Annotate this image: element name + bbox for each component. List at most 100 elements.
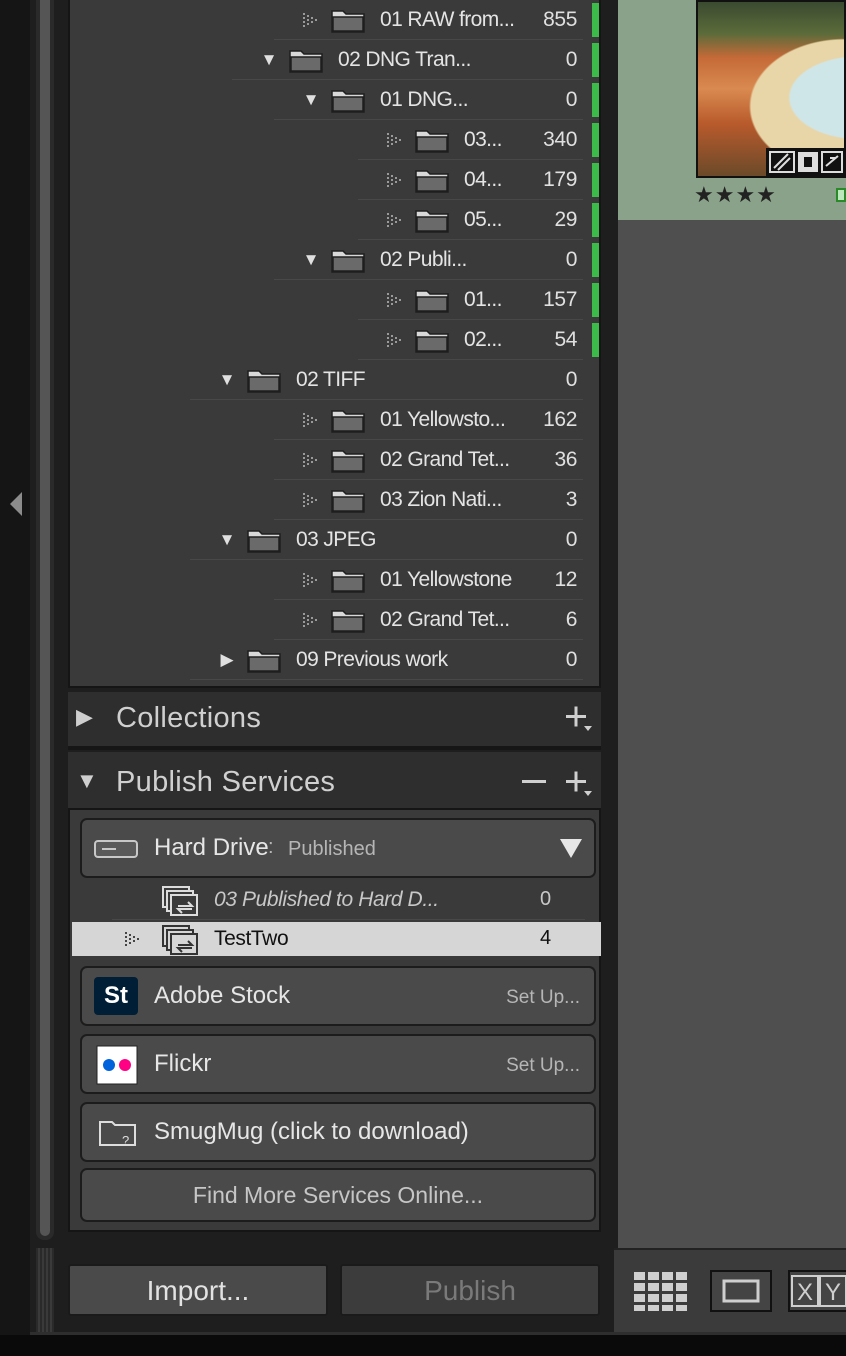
folder-count: 340 — [543, 128, 577, 151]
folder-label: 02 Grand Tet... — [380, 608, 510, 631]
flickr-service[interactable]: Flickr Set Up... — [80, 1034, 596, 1094]
collections-header[interactable]: ▶ Collections — [68, 692, 601, 746]
thumbnail-badges-icon — [766, 148, 846, 176]
folder-count: 0 — [565, 48, 578, 71]
expand-dots-icon[interactable] — [386, 131, 402, 149]
folder-icon — [331, 610, 365, 633]
expand-dots-icon[interactable] — [124, 931, 140, 947]
grid-view-icon[interactable] — [632, 1270, 694, 1312]
import-button[interactable]: Import... — [68, 1264, 328, 1316]
folder-color-label — [592, 203, 599, 237]
collapse-triangle-icon[interactable]: ▼ — [218, 530, 236, 550]
collapse-triangle-icon[interactable]: ▼ — [302, 250, 320, 270]
adobe-stock-service[interactable]: St Adobe Stock Set Up... — [80, 966, 596, 1026]
adobe-stock-setup-link[interactable]: Set Up... — [506, 987, 580, 1009]
chevron-down-icon[interactable] — [558, 836, 584, 860]
collapse-triangle-icon[interactable]: ▼ — [218, 370, 236, 390]
hard-drive-name: Hard Drive — [154, 834, 269, 861]
folder-icon — [415, 330, 449, 353]
folder-row[interactable]: ▼ 02 DNG Tran... 0 — [70, 40, 599, 80]
collections-expand-icon[interactable]: ▶ — [76, 704, 93, 730]
row-separator — [112, 919, 585, 920]
folder-row[interactable]: ▼ 01 DNG... 0 — [70, 80, 599, 120]
left-panel-toggle-icon[interactable] — [6, 490, 26, 518]
folder-color-label — [592, 283, 599, 317]
folder-row[interactable]: 02 Grand Tet... 36 — [70, 440, 599, 480]
folder-row[interactable]: 05... 29 — [70, 200, 599, 240]
hard-drive-service[interactable]: Hard Drive : Published — [80, 818, 596, 878]
expand-dots-icon[interactable] — [386, 291, 402, 309]
folder-label: 03 JPEG — [296, 528, 376, 551]
expand-dots-icon[interactable] — [386, 331, 402, 349]
loupe-view-icon[interactable] — [710, 1270, 772, 1312]
adobe-stock-logo-icon: St — [94, 977, 138, 1015]
expand-dots-icon[interactable] — [302, 451, 318, 469]
folder-label: 02 Grand Tet... — [380, 448, 510, 471]
expand-triangle-icon[interactable]: ▶ — [218, 650, 236, 670]
folder-label: 01... — [464, 288, 502, 311]
collapse-triangle-icon[interactable]: ▼ — [302, 90, 320, 110]
folder-icon — [415, 210, 449, 233]
folder-row[interactable]: ▼ 02 Publi... 0 — [70, 240, 599, 280]
remove-publish-service-icon[interactable] — [520, 769, 550, 799]
folder-icon — [331, 10, 365, 33]
find-more-services-label: Find More Services Online... — [192, 1182, 484, 1208]
folder-label: 02 DNG Tran... — [338, 48, 471, 71]
folder-row[interactable]: ▼ 03 JPEG 0 — [70, 520, 599, 560]
folder-color-label — [592, 3, 599, 37]
add-publish-service-icon[interactable] — [564, 769, 594, 799]
add-collection-icon[interactable] — [564, 704, 594, 734]
folder-icon — [289, 50, 323, 73]
folder-icon — [247, 650, 281, 673]
folder-row[interactable]: 01 Yellowsto... 162 — [70, 400, 599, 440]
hard-drive-icon — [94, 840, 138, 858]
folder-count: 0 — [565, 248, 578, 271]
expand-dots-icon[interactable] — [302, 571, 318, 589]
publish-services-header[interactable]: ▼ Publish Services — [68, 752, 601, 810]
folder-icon — [331, 250, 365, 273]
folder-row[interactable]: 02... 54 — [70, 320, 599, 360]
folder-color-label — [592, 123, 599, 157]
flickr-setup-link[interactable]: Set Up... — [506, 1055, 580, 1077]
folder-row[interactable]: 03 Zion Nati... 3 — [70, 480, 599, 520]
find-more-services-button[interactable]: Find More Services Online... — [80, 1168, 596, 1222]
panel-resize-grip[interactable] — [36, 1248, 54, 1332]
compare-view-icon[interactable]: X Y — [788, 1270, 846, 1312]
folder-icon — [331, 450, 365, 473]
folder-count: 0 — [565, 88, 578, 111]
folder-label: 04... — [464, 168, 502, 191]
folder-row[interactable]: 02 Grand Tet... 6 — [70, 600, 599, 640]
folder-label: 01 Yellowsto... — [380, 408, 506, 431]
folder-color-label — [592, 83, 599, 117]
expand-dots-icon[interactable] — [386, 211, 402, 229]
folder-row[interactable]: 03... 340 — [70, 120, 599, 160]
svg-text:Y: Y — [825, 1279, 841, 1306]
published-collection-row-selected[interactable]: TestTwo 4 — [72, 922, 601, 956]
flickr-name: Flickr — [154, 1050, 212, 1077]
expand-dots-icon[interactable] — [302, 611, 318, 629]
folder-icon — [331, 570, 365, 593]
expand-dots-icon[interactable] — [386, 171, 402, 189]
folder-count: 855 — [543, 8, 577, 31]
scrollbar-thumb[interactable] — [40, 0, 50, 1236]
publish-services-collapse-icon[interactable]: ▼ — [76, 768, 98, 794]
filmstrip-edge — [0, 1335, 846, 1356]
folder-icon — [415, 170, 449, 193]
folder-row[interactable]: ▼ 02 TIFF 0 — [70, 360, 599, 400]
collapse-triangle-icon[interactable]: ▼ — [260, 50, 278, 70]
folder-row[interactable]: 01... 157 — [70, 280, 599, 320]
expand-dots-icon[interactable] — [302, 411, 318, 429]
expand-dots-icon[interactable] — [302, 491, 318, 509]
hard-drive-status: Published — [288, 838, 376, 860]
folder-row[interactable]: 04... 179 — [70, 160, 599, 200]
thumbnail-rating-stars[interactable]: ★★★★ — [694, 182, 777, 208]
publish-button[interactable]: Publish — [340, 1264, 600, 1316]
publish-button-label: Publish — [424, 1275, 516, 1306]
folder-row[interactable]: 01 Yellowstone 12 — [70, 560, 599, 600]
folder-row[interactable]: 01 RAW from... 855 — [70, 0, 599, 40]
folder-count: 54 — [554, 328, 577, 351]
folder-row[interactable]: ▶ 09 Previous work 0 — [70, 640, 599, 680]
smugmug-service[interactable]: ? SmugMug (click to download) — [80, 1102, 596, 1162]
published-collection-row[interactable]: 03 Published to Hard D... 0 — [72, 880, 601, 920]
expand-dots-icon[interactable] — [302, 11, 318, 29]
